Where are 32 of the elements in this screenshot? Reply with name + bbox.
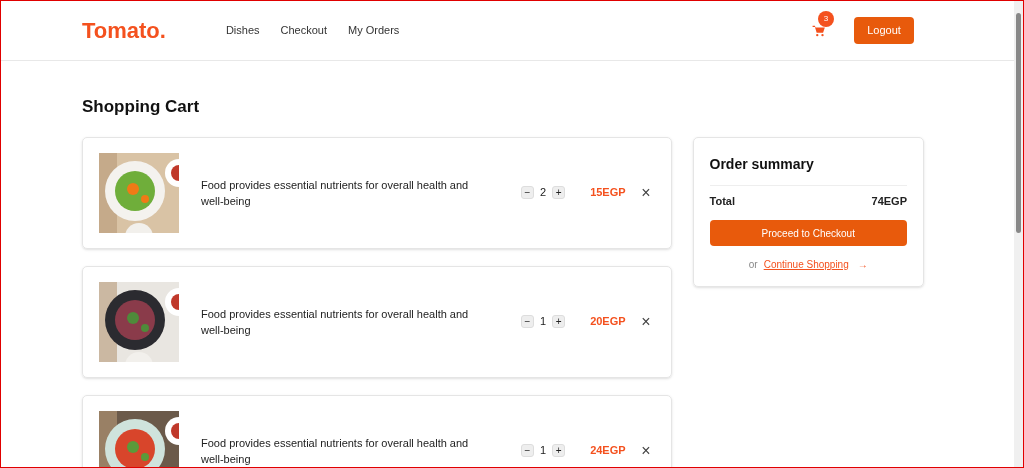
item-description: Food provides essential nutrients for overall health and well-being (201, 177, 470, 209)
nav-link[interactable]: My Orders (348, 22, 400, 39)
decrease-button[interactable]: − (521, 315, 534, 328)
remove-button[interactable]: × (641, 442, 651, 459)
continue-shopping-link[interactable]: Continue Shopping (763, 257, 849, 272)
remove-button[interactable]: × (641, 313, 651, 330)
quantity: 1 (540, 443, 547, 459)
checkout-button[interactable]: Proceed to Checkout (709, 220, 907, 246)
cart-count-badge: 3 (818, 10, 834, 27)
quantity: 1 (540, 314, 547, 330)
increase-button[interactable]: + (552, 444, 566, 457)
item-price: 15EGP (590, 185, 626, 201)
quantity: 2 (540, 185, 547, 201)
item-price: 20EGP (590, 314, 626, 330)
total-label: Total (709, 193, 735, 209)
increase-button[interactable]: + (552, 315, 566, 328)
cart-icon[interactable] (812, 23, 826, 38)
item-price: 24EGP (590, 443, 626, 459)
or-text: or (748, 258, 758, 272)
remove-button[interactable]: × (641, 184, 651, 201)
item-description: Food provides essential nutrients for overall health and well-being (201, 306, 470, 338)
arrow-icon: → (857, 257, 868, 272)
increase-button[interactable]: + (552, 186, 566, 199)
page-title: Shopping Cart (82, 96, 201, 118)
summary-title: Order summary (709, 153, 907, 186)
nav-link[interactable]: Checkout (280, 22, 328, 39)
item-description: Food provides essential nutrients for overall health and well-being (201, 435, 470, 467)
total-value: 74EGP (871, 193, 907, 209)
decrease-button[interactable]: − (521, 444, 534, 457)
decrease-button[interactable]: − (521, 186, 534, 199)
nav-link[interactable]: Dishes (225, 22, 260, 39)
logout-button[interactable]: Logout (854, 17, 914, 44)
